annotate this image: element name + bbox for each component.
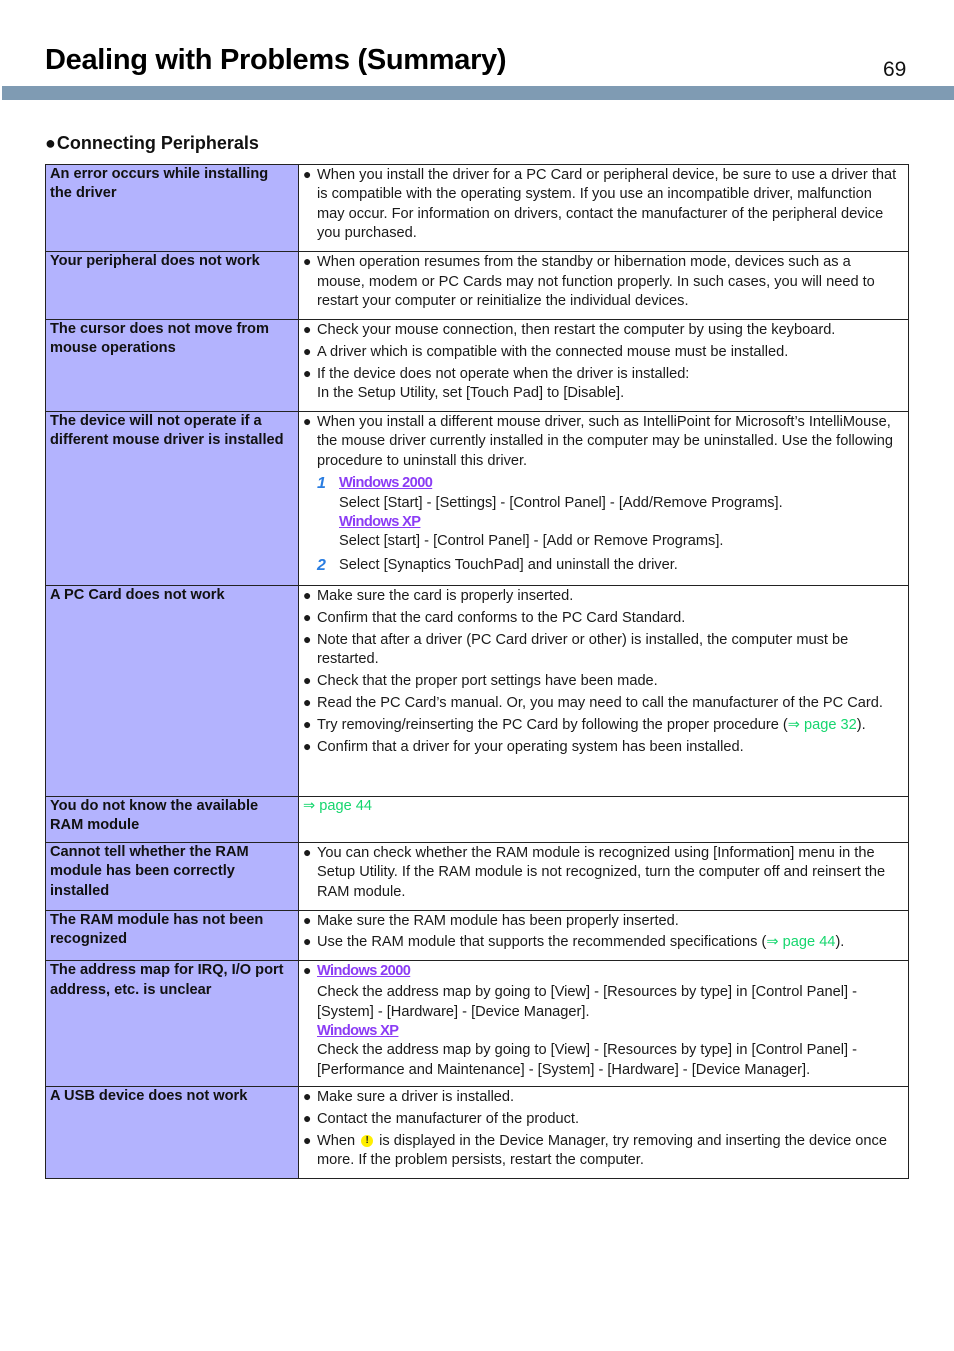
solution-item: ● Make sure the RAM module has been prope… [303,911,679,929]
solution-cell: ● When you install the driver for a PC Ca… [298,163,909,253]
solution-item: ● You can check whether the RAM module is… [303,843,886,900]
bullet-icon: ● [303,608,312,625]
page-title: Dealing with Problems (Summary) [45,44,507,76]
bullet-icon: ● [303,412,312,429]
solution-cell: ● When operation resumes from the standby… [298,251,909,320]
solution-item: ● Make sure a driver is installed. [303,1088,515,1106]
problem-cell: The cursor does not move from mouse oper… [45,318,299,412]
section-title: Connecting Peripherals [56,133,259,153]
solution-item: ● Try removing/reinserting the PC Card by… [303,715,866,733]
problems-table: An error occurs while installing the dri… [45,163,909,1180]
solution-cell: ● When you install a different mouse driv… [298,410,909,586]
solution-item: ● A driver which is compatible with the c… [303,342,789,360]
problem-cell: Your peripheral does not work [45,251,299,320]
solution-item: ● Make sure the card is properly inserted… [303,586,574,604]
solution-item: ● Confirm that the card conforms to the P… [303,608,686,626]
solution-cell: ● Make sure the RAM module has been prope… [298,909,909,962]
bullet-icon: ● [303,672,312,689]
solution-item: ● When you install the driver for a PC Ca… [303,166,897,242]
bullet-icon: ● [303,694,312,710]
solution-cell: ● Make sure a driver is installed. ● Conta… [298,1086,909,1180]
solution-item: ● Note that after a driver (PC Card drive… [303,630,849,668]
bullet-icon: ● [303,586,312,603]
solution-item: ● Windows 2000 [303,961,902,981]
table-row: Your peripheral does not work ● When oper… [45,251,909,320]
table-row: The address map for IRQ, I/O port addres… [45,960,909,1088]
problem-cell: An error occurs while installing the dri… [45,163,299,253]
solution-cell: ⇒ page 44 [298,795,909,843]
bullet-icon: ● [303,1110,312,1127]
table-row: The RAM module has not been recognized ●… [45,909,909,962]
bullet-icon: ● [303,364,312,381]
table-row: You do not know the available RAM module… [45,795,909,843]
bullet-icon: ● [303,342,312,359]
table-row: The cursor does not move from mouse oper… [45,318,909,412]
solution-item: ● If the device does not operate when the… [303,364,690,402]
bullet-icon: ● [303,843,312,860]
solution-item: ● Contact the manufacturer of the product… [303,1110,580,1128]
bullet-icon: ● [303,737,312,754]
table-row: A USB device does not work ● Make sure a … [45,1086,909,1180]
bullet-icon: ● [303,253,312,270]
solution-item: ● Confirm that a driver for your operatin… [303,737,744,755]
solution-cell: ● Check your mouse connection, then resta… [298,318,909,412]
section-heading: ●Connecting Peripherals [45,133,259,154]
step-number: 2 [317,556,326,574]
solution-item: ● When you install a different mouse driv… [303,412,893,469]
page-reference-link[interactable]: ⇒ page 44 [766,934,835,950]
solution-cell: ● Make sure the card is properly inserted… [298,584,909,797]
solution-cell: ● Windows 2000 Check the address map by g… [298,960,909,1088]
bullet-icon: ● [303,715,312,732]
problem-cell: A PC Card does not work [45,584,299,797]
procedure-step: 1 Windows 2000 Select [Start] - [Setting… [303,474,902,552]
windows-xp-link[interactable]: Windows XP [339,514,421,530]
solution-item: ● Use the RAM module that supports the re… [303,933,845,951]
table-row: Cannot tell whether the RAM module has b… [45,841,909,911]
problem-cell: The device will not operate if a differe… [45,410,299,586]
page-reference-link[interactable]: ⇒ page 32 [788,717,857,733]
problem-cell: You do not know the available RAM module [45,795,299,843]
bullet-icon: ● [303,1088,312,1105]
bullet-icon: ● [45,133,56,153]
bullet-icon: ● [303,911,312,928]
procedure-step: 2 Select [Synaptics TouchPad] and uninst… [317,556,678,574]
solution-cell: ● You can check whether the RAM module is… [298,841,909,911]
bullet-icon: ● [303,962,312,979]
solution-item: ● When operation resumes from the standby… [303,253,875,309]
problem-cell: The RAM module has not been recognized [45,909,299,962]
table-row: A PC Card does not work ● Make sure the c… [45,584,909,797]
warning-icon: ! [361,1135,374,1148]
problem-cell: The address map for IRQ, I/O port addres… [45,960,299,1088]
step-number: 1 [317,475,326,493]
solution-item: ● Check that the proper port settings hav… [303,672,658,690]
windows-xp-link[interactable]: Windows XP [317,1023,399,1039]
bullet-icon: ● [303,320,312,337]
table-row: An error occurs while installing the dri… [45,163,909,253]
windows-2000-link[interactable]: Windows 2000 [339,475,433,491]
solution-item: ● When! is displayed in the Device Manager… [303,1132,887,1169]
bullet-icon: ● [303,1132,312,1149]
windows-2000-link[interactable]: Windows 2000 [317,963,411,979]
problem-cell: A USB device does not work [45,1086,299,1180]
page-reference-link[interactable]: ⇒ page 44 [303,798,372,814]
header-band [2,86,954,100]
solution-item: ● Read the PC Card’s manual. Or, you may … [303,694,883,711]
bullet-icon: ● [303,933,312,950]
bullet-icon: ● [303,166,312,182]
page-number: 69 [883,58,907,81]
bullet-icon: ● [303,630,312,647]
solution-item: ● Check your mouse connection, then resta… [303,320,836,338]
problem-cell: Cannot tell whether the RAM module has b… [45,841,299,911]
table-row: The device will not operate if a differe… [45,410,909,586]
